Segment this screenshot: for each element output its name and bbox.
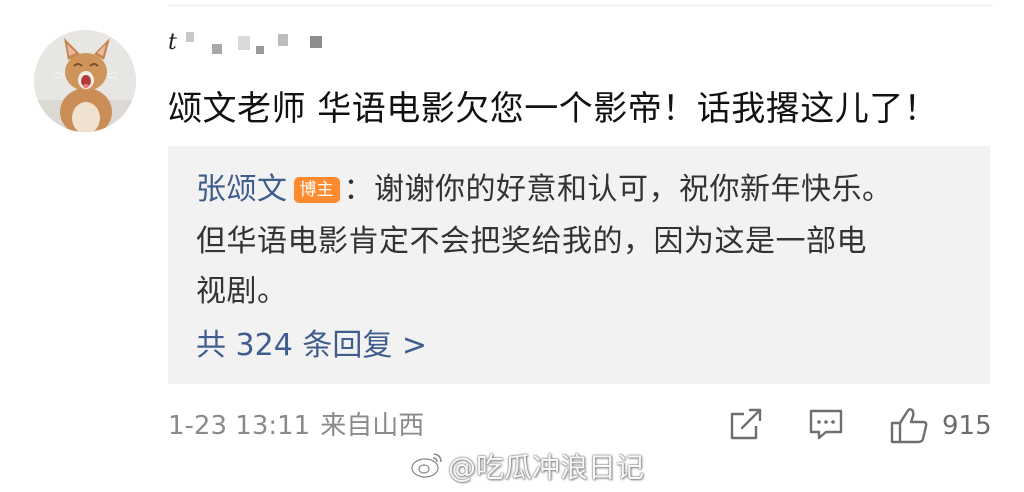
- top-divider: [168, 5, 994, 6]
- like-button[interactable]: 915: [888, 404, 992, 448]
- reply-text-3: 视剧。: [196, 274, 288, 309]
- username-mosaic: [278, 34, 288, 46]
- username-mosaic: [256, 46, 264, 54]
- watermark-text: @吃瓜冲浪日记: [448, 451, 645, 484]
- username-mosaic: [238, 36, 250, 50]
- blogger-badge: 博主: [293, 177, 340, 203]
- weibo-logo-icon: [410, 449, 444, 490]
- watermark: @吃瓜冲浪日记: [410, 448, 644, 488]
- avatar[interactable]: [34, 30, 136, 132]
- reply-text-1: ：谢谢你的好意和认可，祝你新年快乐。: [343, 172, 893, 207]
- comment-button[interactable]: [806, 404, 846, 448]
- share-icon: [730, 408, 762, 440]
- comment-text: 颂文老师 华语电影欠您一个影帝！话我撂这儿了！: [168, 89, 939, 129]
- comment-icon: [809, 409, 843, 440]
- comment-meta: 1-23 13:11 来自山西: [168, 406, 424, 446]
- comment-source: 来自山西: [320, 411, 425, 441]
- share-button[interactable]: [726, 404, 766, 448]
- comment-time: 1-23 13:11: [168, 411, 311, 441]
- reply-box[interactable]: 张颂文 博主 ：谢谢你的好意和认可，祝你新年快乐。 但华语电影肯定不会把奖给我的，因…: [168, 146, 990, 384]
- cat-avatar-image: [34, 30, 136, 132]
- reply-text-2: 但华语电影肯定不会把奖给我的，因为这是一部电: [196, 224, 867, 259]
- like-count: 915: [942, 411, 992, 441]
- username-mosaic: [310, 36, 322, 48]
- reply-line-1: 张颂文 博主 ：谢谢你的好意和认可，祝你新年快乐。: [196, 168, 893, 212]
- username-mosaic: [186, 32, 194, 42]
- reply-author-link[interactable]: 张颂文: [196, 172, 288, 207]
- username-visible-char: t: [168, 30, 177, 55]
- thumbs-up-icon: [890, 408, 928, 444]
- username-mosaic: [212, 44, 222, 54]
- more-replies-link[interactable]: 共 324 条回复 >: [196, 324, 427, 368]
